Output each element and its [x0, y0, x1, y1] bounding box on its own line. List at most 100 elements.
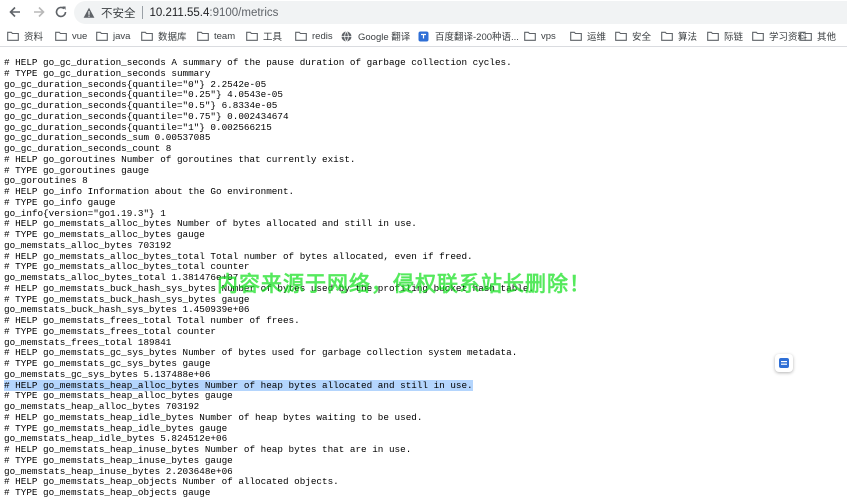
metric-line-text: go_gc_duration_seconds{quantile="0.75"} … [4, 110, 289, 122]
metric-line-text: # TYPE go_goroutines gauge [4, 164, 150, 176]
bookmark-item[interactable]: 百度翻译-200种语... [418, 28, 519, 44]
metric-line-text: # HELP go_memstats_heap_objects Number o… [4, 476, 339, 488]
bookmark-label: 算法 [678, 32, 698, 43]
bookmark-item[interactable]: team [197, 28, 235, 44]
metric-line-text: go_gc_duration_seconds{quantile="0.5"} 6… [4, 100, 278, 111]
metric-line-text: go_goroutines 8 [4, 175, 88, 187]
folder-icon [524, 31, 536, 42]
metric-line: # TYPE go_goroutines gauge [4, 164, 847, 177]
folder-icon [96, 31, 108, 42]
forward-arrow-icon[interactable] [30, 3, 48, 21]
reload-icon[interactable] [52, 3, 70, 21]
folder-icon [752, 31, 764, 42]
metric-line-text: # HELP go_memstats_heap_idle_bytes Numbe… [4, 411, 423, 423]
folder-icon [800, 31, 812, 42]
folder-icon [55, 31, 67, 42]
metric-line-text: # HELP go_gc_duration_seconds A summary … [4, 57, 512, 68]
metric-line-text: # HELP go_memstats_alloc_bytes Number of… [4, 218, 417, 230]
translate-icon [418, 31, 430, 42]
bookmark-item[interactable]: 际链 [707, 28, 743, 44]
metric-line-text: # TYPE go_gc_duration_seconds summary [4, 67, 211, 79]
browser-toolbar: 不安全 10.211.55.4:9100/metrics [0, 0, 847, 25]
metric-line-text: # HELP go_memstats_gc_sys_bytes Number o… [4, 347, 518, 359]
folder-icon [661, 31, 673, 42]
bookmark-item[interactable]: vps [524, 28, 556, 44]
metric-line: # TYPE go_memstats_heap_objects gauge [4, 487, 847, 499]
bookmark-label: 际链 [724, 32, 744, 43]
bookmark-item[interactable]: vue [55, 28, 87, 44]
metric-line-text: go_memstats_gc_sys_bytes 5.137488e+06 [4, 368, 211, 380]
folder-icon [295, 31, 307, 42]
bookmark-item[interactable]: 运维 [570, 28, 606, 44]
address-bar[interactable]: 不安全 10.211.55.4:9100/metrics [74, 1, 847, 24]
metric-line-text: # TYPE go_info gauge [4, 196, 116, 208]
folder-icon [570, 31, 582, 42]
metric-line-text: go_gc_duration_seconds{quantile="0"} 2.2… [4, 78, 267, 90]
bookmark-item[interactable]: 工具 [246, 28, 282, 44]
bookmark-label: java [113, 30, 131, 42]
metric-line-text: # HELP go_memstats_frees_total Total num… [4, 315, 300, 326]
bookmark-label: Google 翻译 [358, 32, 411, 43]
metric-line-text: go_gc_duration_seconds{quantile="1"} 0.0… [4, 121, 272, 133]
security-status-label[interactable]: 不安全 [101, 5, 136, 21]
bookmark-item[interactable]: Google 翻译 [341, 28, 410, 44]
metric-line-text: # TYPE go_memstats_frees_total counter [4, 325, 217, 337]
bookmark-item[interactable]: redis [295, 28, 333, 44]
bookmark-label: 数据库 [158, 32, 187, 43]
metric-line-text: go_memstats_heap_idle_bytes 5.824512e+06 [4, 433, 228, 445]
bookmark-item[interactable]: 资料 [7, 28, 43, 44]
metric-line-text: # TYPE go_memstats_heap_inuse_bytes gaug… [4, 454, 233, 466]
bookmark-label: 安全 [632, 32, 652, 43]
metric-line: go_memstats_gc_sys_bytes 5.137488e+06 [4, 368, 847, 381]
metric-line-text: go_gc_duration_seconds_count 8 [4, 143, 172, 154]
folder-icon [7, 31, 19, 42]
folder-icon [246, 31, 258, 42]
metric-line-text: # TYPE go_memstats_heap_idle_bytes gauge [4, 422, 228, 434]
bookmark-label: vue [72, 30, 88, 42]
bookmark-label: vps [541, 30, 556, 42]
watermark-text: 内容来源于网络，侵权联系站长删除！ [217, 272, 591, 296]
metric-line-text: go_memstats_heap_alloc_bytes 703192 [4, 401, 200, 412]
url-path: :9100/metrics [209, 6, 279, 19]
bookmark-label: redis [312, 30, 333, 42]
back-arrow-icon[interactable] [6, 3, 24, 21]
bookmark-item[interactable]: 安全 [615, 28, 651, 44]
metric-line-text: # TYPE go_memstats_heap_alloc_bytes gaug… [4, 390, 233, 402]
bookmark-item[interactable]: 算法 [661, 28, 697, 44]
metric-line-text: # HELP go_memstats_alloc_bytes_total Tot… [4, 250, 473, 262]
url-text[interactable]: 10.211.55.4:9100/metrics [150, 7, 279, 19]
bookmark-label: team [214, 30, 236, 42]
warning-triangle-icon[interactable] [83, 7, 95, 19]
bookmark-item[interactable]: 数据库 [141, 28, 187, 44]
metric-line-text: go_memstats_alloc_bytes_total 1.381476e+… [4, 272, 239, 283]
bookmark-label: 工具 [263, 32, 283, 43]
metric-line-text: # TYPE go_memstats_gc_sys_bytes gauge [4, 358, 211, 369]
metric-line-text: go_memstats_frees_total 189841 [4, 336, 172, 348]
address-separator [141, 6, 143, 19]
metric-line-text: # HELP go_goroutines Number of goroutine… [4, 153, 356, 165]
metric-line-text: # HELP go_memstats_heap_alloc_bytes Numb… [4, 379, 473, 391]
bookmark-item[interactable]: java [96, 28, 130, 44]
bookmark-item[interactable]: 学习资料 [752, 28, 807, 44]
bookmark-label: 资料 [24, 32, 44, 43]
metric-line-text: # TYPE go_memstats_heap_objects gauge [4, 487, 211, 498]
globe-icon [341, 30, 353, 42]
metric-line-text: go_gc_duration_seconds{quantile="0.25"} … [4, 89, 283, 101]
metric-line-text: # HELP go_memstats_heap_inuse_bytes Numb… [4, 444, 412, 455]
metric-line-text: # TYPE go_memstats_buck_hash_sys_bytes g… [4, 293, 250, 305]
folder-icon [141, 31, 153, 42]
metric-line: # HELP go_info Information about the Go … [4, 186, 847, 198]
folder-icon [615, 31, 627, 42]
metric-line-text: go_gc_duration_seconds_sum 0.00537085 [4, 132, 211, 144]
metric-line-text: go_memstats_buck_hash_sys_bytes 1.450939… [4, 304, 250, 316]
bookmark-label: 百度翻译-200种语... [435, 32, 519, 43]
bookmarks-bar: 资料 vue java 数据库 team 工具 redis Google 翻译 百度翻译-200… [0, 25, 847, 47]
folder-icon [707, 31, 719, 42]
url-host: 10.211.55.4 [149, 6, 210, 19]
bookmark-item[interactable]: 其他 [800, 28, 836, 44]
translate-extension-icon[interactable] [775, 354, 793, 372]
folder-icon [197, 31, 209, 42]
metric-line-text: go_memstats_heap_inuse_bytes 2.203648e+0… [4, 465, 233, 477]
metric-line-text: go_info{version="go1.19.3"} 1 [4, 207, 166, 219]
metric-line-text: go_memstats_alloc_bytes 703192 [4, 239, 172, 251]
